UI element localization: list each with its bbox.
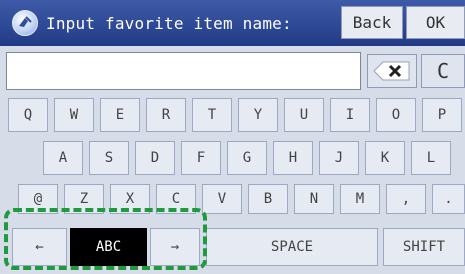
key-m[interactable]: M (340, 184, 380, 214)
key-p[interactable]: P (422, 98, 462, 132)
key-g[interactable]: G (227, 141, 267, 175)
key-e[interactable]: E (100, 98, 140, 132)
key-period[interactable]: . (432, 184, 465, 214)
backspace-button[interactable] (367, 54, 417, 88)
key-at[interactable]: @ (18, 184, 58, 214)
space-button[interactable]: SPACE (206, 228, 378, 266)
mode-abc-button[interactable]: ABC (70, 228, 147, 266)
key-a[interactable]: A (43, 141, 83, 175)
key-q[interactable]: Q (8, 98, 48, 132)
key-j[interactable]: J (319, 141, 359, 175)
key-z[interactable]: Z (64, 184, 104, 214)
key-c[interactable]: C (156, 184, 196, 214)
key-s[interactable]: S (89, 141, 129, 175)
key-n[interactable]: N (294, 184, 334, 214)
key-comma[interactable]: , (386, 184, 426, 214)
back-button[interactable]: Back (341, 6, 403, 39)
key-l[interactable]: L (411, 141, 451, 175)
item-name-input[interactable] (6, 52, 361, 90)
key-t[interactable]: T (192, 98, 232, 132)
key-r[interactable]: R (146, 98, 186, 132)
backspace-icon (373, 61, 410, 81)
ok-button[interactable]: OK (406, 6, 465, 39)
key-f[interactable]: F (181, 141, 221, 175)
page-title: Input favorite item name: (46, 14, 292, 33)
key-y[interactable]: Y (238, 98, 278, 132)
favorite-globe-icon (12, 10, 38, 36)
key-k[interactable]: K (365, 141, 405, 175)
key-h[interactable]: H (273, 141, 313, 175)
key-i[interactable]: I (330, 98, 370, 132)
key-b[interactable]: B (248, 184, 288, 214)
shift-button[interactable]: SHIFT (383, 228, 465, 266)
key-w[interactable]: W (54, 98, 94, 132)
title-bar: Input favorite item name: Back OK (0, 0, 465, 46)
key-v[interactable]: V (202, 184, 242, 214)
cursor-right-button[interactable]: → (150, 228, 200, 266)
key-x[interactable]: X (110, 184, 150, 214)
key-o[interactable]: O (376, 98, 416, 132)
cursor-left-button[interactable]: ← (12, 228, 67, 266)
key-d[interactable]: D (135, 141, 175, 175)
key-u[interactable]: U (284, 98, 324, 132)
clear-button[interactable]: C (421, 54, 465, 88)
